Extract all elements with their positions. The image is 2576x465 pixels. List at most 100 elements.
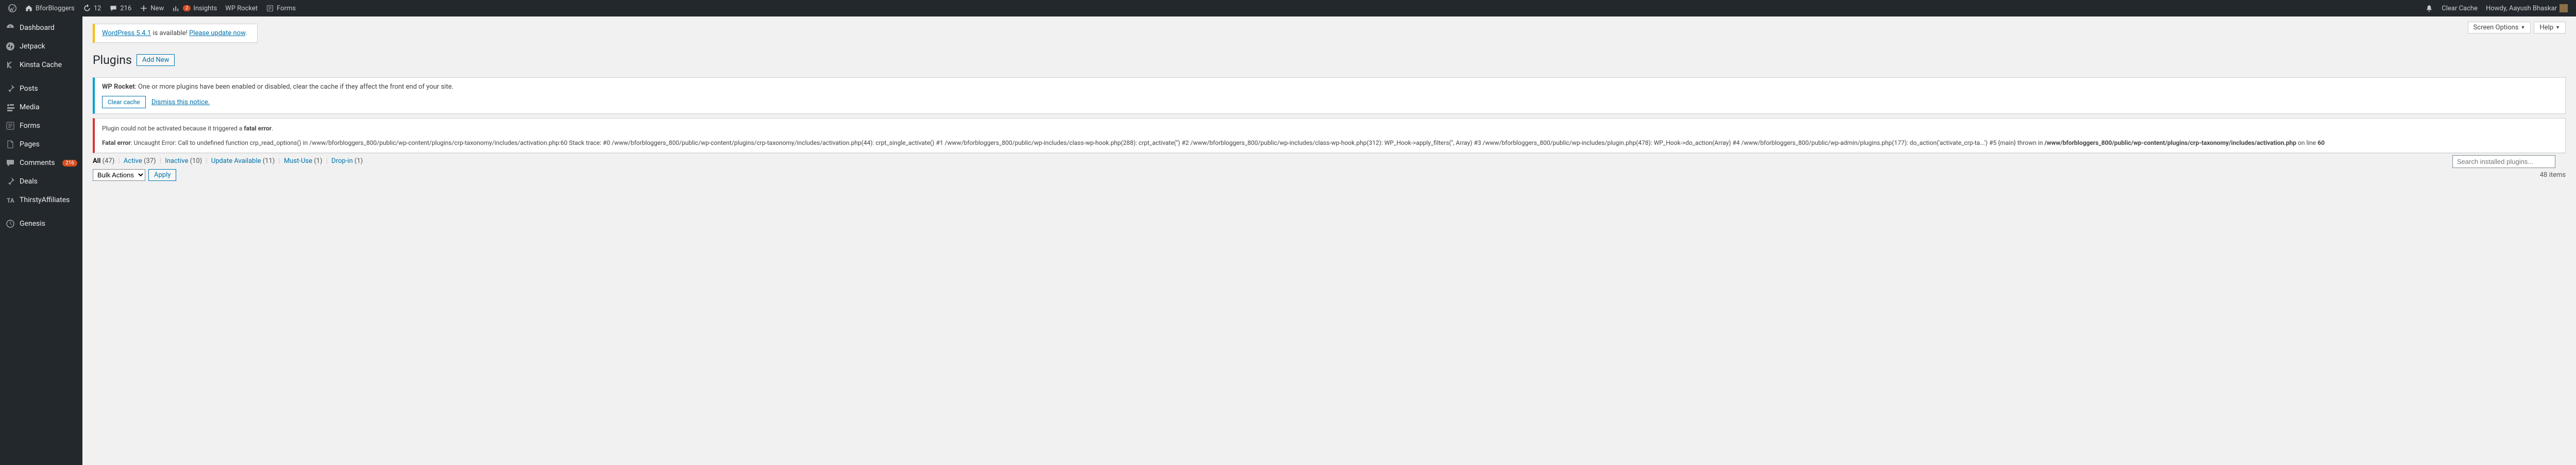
sidebar-item-label: Genesis: [20, 220, 45, 228]
sidebar-item-forms[interactable]: Forms: [0, 117, 82, 135]
howdy-text: Howdy, Aayush Bhaskar: [2486, 5, 2557, 12]
error-line: 60: [2317, 139, 2325, 146]
filter-update[interactable]: Update Available: [211, 157, 261, 165]
wprocket-label: WP Rocket: [225, 5, 258, 12]
admin-bar: BforBloggers 12 216 New 2Insights WP Roc…: [0, 0, 2576, 16]
comments-count: 216: [62, 160, 77, 167]
insights-label: Insights: [193, 5, 217, 12]
admin-sidebar: Dashboard Jetpack Kinsta Cache Posts Med…: [0, 16, 82, 465]
filter-mustuse[interactable]: Must-Use: [284, 157, 312, 165]
update-now-link[interactable]: Please update now: [189, 29, 245, 37]
sidebar-item-label: Posts: [20, 85, 38, 93]
dismiss-notice-link[interactable]: Dismiss this notice.: [151, 98, 210, 106]
page-title: Plugins: [93, 53, 132, 67]
caret-down-icon: ▼: [2555, 25, 2560, 30]
comments-menu-icon: [5, 158, 15, 168]
caret-down-icon: ▼: [2521, 25, 2526, 30]
wp-rocket-bar[interactable]: WP Rocket: [221, 0, 262, 16]
dashboard-icon: [5, 23, 15, 33]
sidebar-item-jetpack[interactable]: Jetpack: [0, 37, 82, 56]
update-icon: [83, 4, 91, 12]
forms-bar[interactable]: Forms: [262, 0, 300, 16]
sidebar-item-dashboard[interactable]: Dashboard: [0, 19, 82, 37]
filter-inactive[interactable]: Inactive: [165, 157, 188, 165]
search-plugins-input[interactable]: [2452, 155, 2555, 168]
svg-text:TA: TA: [7, 197, 15, 204]
wordpress-icon: [8, 4, 16, 12]
bell-icon: [2425, 4, 2433, 12]
clear-cache-label-bar: Clear Cache: [2442, 5, 2478, 12]
jetpack-icon: [5, 41, 15, 52]
screen-options-button[interactable]: Screen Options▼: [2468, 22, 2531, 34]
wp-version-link[interactable]: WordPress 5.4.1: [102, 29, 151, 37]
error-pre: Plugin could not be activated because it…: [102, 125, 244, 132]
update-notice-text: is available!: [151, 29, 189, 37]
error-trace: : Uncaught Error: Call to undefined func…: [131, 139, 2045, 146]
forms-icon: [266, 4, 274, 12]
sidebar-item-label: Kinsta Cache: [20, 61, 62, 69]
ta-icon: TA: [5, 195, 15, 205]
site-name-text: BforBloggers: [36, 5, 75, 12]
avatar: [2560, 4, 2568, 12]
forms-label-bar: Forms: [277, 5, 296, 12]
error-path: /www/bforbloggers_800/public/wp-content/…: [2044, 139, 2296, 146]
comments-count-bar: 216: [120, 5, 131, 12]
pin-icon: [5, 176, 15, 187]
insights[interactable]: 2Insights: [168, 0, 221, 16]
forms-menu-icon: [5, 121, 15, 131]
wp-rocket-bold: WP Rocket: [102, 83, 135, 91]
chart-icon: [172, 4, 180, 12]
sidebar-item-kinsta[interactable]: Kinsta Cache: [0, 56, 82, 74]
sidebar-item-label: Pages: [20, 140, 40, 148]
plugin-status-filters: All (47) | Active (37) | Inactive (10) |…: [93, 157, 2566, 165]
wp-logo[interactable]: [4, 0, 21, 16]
comments-bar[interactable]: 216: [105, 0, 135, 16]
sidebar-item-comments[interactable]: Comments 216: [0, 154, 82, 172]
screen-options-label: Screen Options: [2473, 24, 2519, 31]
items-count: 48 items: [2540, 171, 2566, 179]
sidebar-item-label: ThirstyAffiliates: [20, 196, 70, 204]
sidebar-item-deals[interactable]: Deals: [0, 172, 82, 191]
content-area: Screen Options▼ Help▼ WordPress 5.4.1 is…: [82, 16, 2576, 191]
sidebar-item-media[interactable]: Media: [0, 98, 82, 117]
sidebar-item-label: Comments: [20, 159, 55, 167]
help-button[interactable]: Help▼: [2534, 22, 2566, 34]
sidebar-item-label: Media: [20, 103, 40, 111]
clear-cache-button[interactable]: Clear cache: [102, 96, 146, 108]
new-content[interactable]: New: [135, 0, 168, 16]
updates-count: 12: [94, 5, 101, 12]
media-icon: [5, 102, 15, 112]
site-name[interactable]: BforBloggers: [21, 0, 79, 16]
sidebar-item-posts[interactable]: Posts: [0, 79, 82, 98]
updates[interactable]: 12: [79, 0, 106, 16]
tablenav: Bulk Actions Apply 48 items: [93, 169, 2566, 181]
apply-button[interactable]: Apply: [148, 169, 176, 181]
filter-active[interactable]: Active: [124, 157, 142, 165]
sidebar-item-label: Forms: [20, 122, 40, 130]
pin-icon: [5, 84, 15, 94]
update-notice: WordPress 5.4.1 is available! Please upd…: [93, 24, 258, 43]
bulk-actions-select[interactable]: Bulk Actions: [93, 169, 145, 181]
sidebar-item-pages[interactable]: Pages: [0, 135, 82, 154]
sidebar-item-genesis[interactable]: Genesis: [0, 214, 82, 233]
clear-cache-bar[interactable]: Clear Cache: [2437, 0, 2482, 16]
sidebar-item-label: Deals: [20, 177, 38, 186]
help-label: Help: [2539, 24, 2553, 31]
genesis-icon: [5, 219, 15, 229]
home-icon: [25, 4, 33, 12]
fatal-error-notice: Plugin could not be activated because it…: [93, 118, 2566, 153]
insights-badge: 2: [183, 5, 191, 11]
comment-icon: [109, 4, 117, 12]
kinsta-icon: [5, 60, 15, 70]
error-fatal-bold: fatal error: [244, 125, 272, 132]
howdy-user[interactable]: Howdy, Aayush Bhaskar: [2482, 0, 2572, 16]
wp-rocket-text: : One or more plugins have been enabled …: [135, 83, 453, 91]
sidebar-item-thirstyaffiliates[interactable]: TA ThirstyAffiliates: [0, 191, 82, 209]
sidebar-item-label: Dashboard: [20, 24, 55, 32]
wp-rocket-notice: WP Rocket: One or more plugins have been…: [93, 77, 2566, 114]
filter-dropin[interactable]: Drop-in: [331, 157, 352, 165]
notifications-bar[interactable]: [2421, 0, 2437, 16]
add-new-button[interactable]: Add New: [137, 54, 175, 66]
filter-all[interactable]: All: [93, 157, 100, 165]
plus-icon: [140, 4, 148, 12]
